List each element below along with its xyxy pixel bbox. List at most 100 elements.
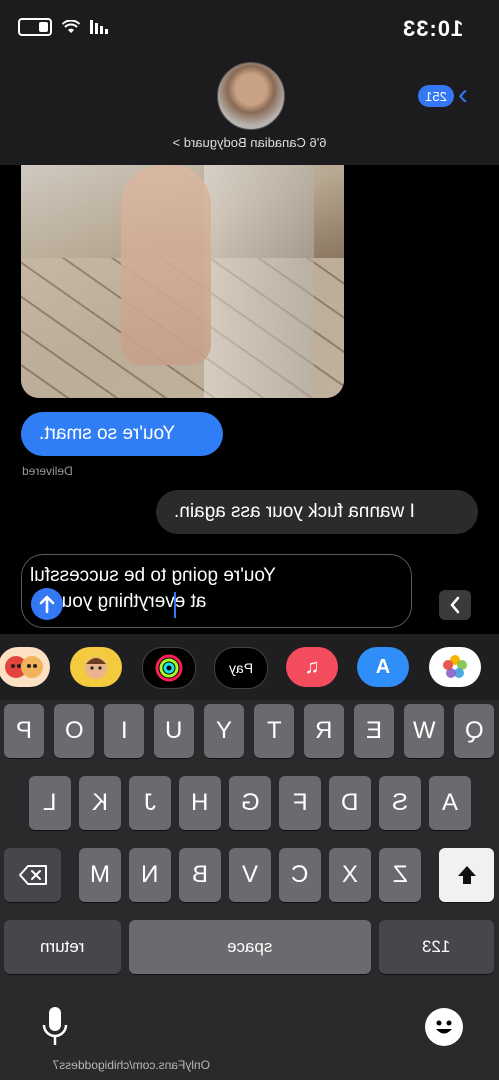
key-n[interactable]: N [129,848,171,902]
activity-icon[interactable] [142,647,196,689]
key-s[interactable]: S [379,776,421,830]
key-label: U [165,717,183,744]
key-h[interactable]: H [179,776,221,830]
key-label: P [15,717,32,744]
stickers-icon[interactable] [0,647,50,687]
memoji-face [85,657,107,679]
chevron-left-icon [450,596,460,614]
music-icon[interactable]: ♫ [286,647,338,687]
microphone-icon[interactable] [42,1005,68,1049]
shift-icon [457,866,476,884]
key-label: F [292,789,308,816]
key-b[interactable]: B [179,848,221,902]
key-c[interactable]: C [279,848,321,902]
space-key[interactable]: space [129,920,371,974]
text-caret [174,592,176,618]
key-label: S [391,789,408,816]
battery-icon [18,18,52,36]
contact-name[interactable]: 6'6 Canadian Bodyguard > [0,135,499,150]
key-label: D [341,789,359,816]
delivered-status: Delivered [22,464,73,478]
key-f[interactable]: F [279,776,321,830]
key-label: Z [392,861,408,888]
key-label: space [227,937,273,956]
compose-line-2: at everything you do. [30,591,207,612]
key-label: Y [215,717,232,744]
key-label: I [120,717,128,744]
key-v[interactable]: V [229,848,271,902]
key-label: K [91,789,108,816]
incoming-message-bubble[interactable]: I wanna fuck your ass again. [156,490,478,534]
key-r[interactable]: R [304,704,344,758]
key-w[interactable]: W [404,704,444,758]
return-key[interactable]: return [4,920,121,974]
photos-flower [443,655,467,678]
photo-message[interactable] [21,165,344,398]
watermark: OnlyFans.com/chibigoddess7 [52,1058,210,1072]
music-glyph: ♫ [304,655,320,678]
key-o[interactable]: O [54,704,94,758]
key-t[interactable]: T [254,704,294,758]
key-label: E [365,717,382,744]
photo-mirror [204,165,314,398]
signal-icon [90,20,108,34]
key-a[interactable]: A [429,776,471,830]
app-store-glyph: A [375,655,391,678]
key-label: L [43,789,57,816]
key-label: H [191,789,209,816]
key-k[interactable]: K [79,776,121,830]
key-i[interactable]: I [104,704,144,758]
key-g[interactable]: G [229,776,271,830]
message-text: You're so smart. [39,423,175,444]
key-e[interactable]: E [354,704,394,758]
message-input-text: You're going to be successful at everyth… [30,563,398,615]
key-label: O [64,717,84,744]
key-x[interactable]: X [329,848,371,902]
activity-rings [155,654,183,682]
delete-key[interactable] [4,848,61,902]
photos-icon[interactable] [429,647,481,687]
key-label: 123 [422,937,451,956]
back-chevron-icon[interactable]: ‹ [458,80,468,110]
numbers-key[interactable]: 123 [379,920,494,974]
key-label: J [144,789,156,816]
emoji-icon[interactable] [425,1008,463,1046]
apple-pay-label: Pay [228,660,254,676]
photo-figure [121,165,211,365]
key-label: R [315,717,333,744]
status-icons [18,18,108,36]
key-label: N [141,861,159,888]
key-label: return [40,937,85,956]
outgoing-message-bubble[interactable]: You're so smart. [21,412,223,456]
memoji-icon[interactable] [70,647,122,687]
key-m[interactable]: M [79,848,121,902]
key-label: T [266,717,282,744]
key-j[interactable]: J [129,776,171,830]
key-l[interactable]: L [29,776,71,830]
key-label: X [341,861,358,888]
wifi-icon [62,20,80,33]
key-p[interactable]: P [4,704,44,758]
key-label: Q [464,717,484,744]
key-y[interactable]: Y [204,704,244,758]
smiley-face [436,1020,452,1034]
key-label: G [240,789,260,816]
send-button[interactable] [31,588,63,620]
contact-avatar[interactable] [217,62,285,130]
apple-pay-icon[interactable]: Pay [214,647,268,689]
expand-apps-button[interactable] [439,590,471,620]
key-label: C [291,861,309,888]
key-q[interactable]: Q [454,704,494,758]
key-z[interactable]: Z [379,848,421,902]
shift-key[interactable] [439,848,494,902]
key-label: W [412,717,436,744]
status-time: 10:33 [401,16,463,41]
unread-count-badge[interactable]: 251 [418,85,454,107]
key-u[interactable]: U [154,704,194,758]
app-store-icon[interactable]: A [357,647,409,687]
key-d[interactable]: D [329,776,371,830]
key-label: B [191,861,208,888]
compose-line-1: You're going to be successful [30,565,276,586]
delete-icon [18,865,47,885]
stickers-faces [5,656,43,678]
